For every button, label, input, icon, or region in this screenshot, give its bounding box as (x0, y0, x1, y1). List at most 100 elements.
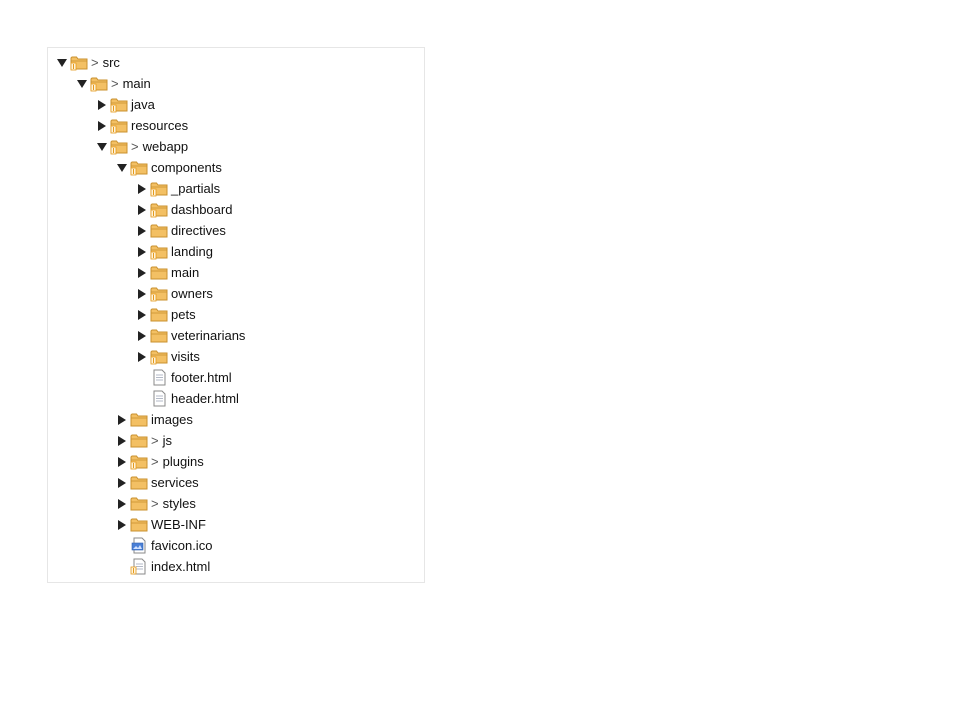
tree-item-folder[interactable]: dashboard (137, 199, 232, 220)
image-file-icon (130, 537, 149, 554)
tree-item-folder[interactable]: components (117, 157, 222, 178)
folder-icon (150, 243, 169, 260)
disclosure-collapsed-icon[interactable] (117, 498, 127, 509)
tree-item-folder[interactable]: visits (137, 346, 200, 367)
folder-icon (150, 348, 169, 365)
tree-item-folder[interactable]: > js (117, 430, 172, 451)
tree-item-label: src (102, 55, 120, 70)
folder-icon (130, 474, 149, 491)
tree-item-label: veterinarians (171, 328, 246, 343)
disclosure-expanded-icon[interactable] (77, 79, 87, 89)
dirty-marker: > (111, 76, 119, 91)
folder-icon (130, 411, 149, 428)
tree-item-label: owners (171, 286, 213, 301)
folder-icon (150, 180, 169, 197)
folder-icon (150, 201, 169, 218)
tree-item-folder[interactable]: java (97, 94, 155, 115)
tree-item-folder[interactable]: _partials (137, 178, 220, 199)
file-icon (150, 390, 169, 407)
tree-item-label: header.html (171, 391, 239, 406)
folder-icon (90, 75, 109, 92)
folder-icon (110, 96, 129, 113)
tree-item-label: main (171, 265, 200, 280)
disclosure-collapsed-icon[interactable] (137, 204, 147, 215)
folder-icon (130, 516, 149, 533)
tree-item-folder[interactable]: pets (137, 304, 196, 325)
tree-item-label: visits (171, 349, 200, 364)
tree-item-label: java (131, 97, 155, 112)
folder-icon (150, 306, 169, 323)
tree-item-label: js (162, 433, 172, 448)
tree-item-label: components (151, 160, 222, 175)
tree-item-label: index.html (151, 559, 211, 574)
project-explorer-tree: > src > main java resources > webapp components _… (47, 47, 425, 583)
folder-icon (110, 117, 129, 134)
tree-item-label: landing (171, 244, 213, 259)
folder-icon (150, 222, 169, 239)
tree-item-folder[interactable]: owners (137, 283, 213, 304)
disclosure-collapsed-icon[interactable] (97, 120, 107, 131)
tree-item-label: directives (171, 223, 226, 238)
folder-icon (130, 432, 149, 449)
disclosure-collapsed-icon[interactable] (117, 519, 127, 530)
disclosure-expanded-icon[interactable] (97, 142, 107, 152)
disclosure-expanded-icon[interactable] (117, 163, 127, 173)
tree-item-folder[interactable]: veterinarians (137, 325, 245, 346)
tree-item-folder[interactable]: WEB-INF (117, 514, 206, 535)
tree-item-folder[interactable]: resources (97, 115, 188, 136)
disclosure-expanded-icon[interactable] (57, 58, 67, 68)
disclosure-collapsed-icon[interactable] (137, 309, 147, 320)
disclosure-collapsed-icon[interactable] (137, 330, 147, 341)
tree-item-folder[interactable]: > plugins (117, 451, 204, 472)
folder-icon (150, 327, 169, 344)
tree-item-folder[interactable]: main (137, 262, 199, 283)
tree-item-label: images (151, 412, 193, 427)
folder-icon (110, 138, 129, 155)
folder-icon (130, 453, 149, 470)
tree-item-file[interactable]: header.html (137, 388, 239, 409)
tree-item-label: services (151, 475, 199, 490)
disclosure-collapsed-icon[interactable] (97, 99, 107, 110)
tree-item-label: WEB-INF (151, 517, 206, 532)
disclosure-collapsed-icon[interactable] (117, 435, 127, 446)
folder-icon (130, 495, 149, 512)
tree-item-file[interactable]: favicon.ico (117, 535, 212, 556)
tree-item-folder[interactable]: images (117, 409, 193, 430)
disclosure-collapsed-icon[interactable] (117, 477, 127, 488)
dirty-marker: > (151, 454, 159, 469)
tree-item-folder[interactable]: services (117, 472, 199, 493)
dirty-marker: > (131, 139, 139, 154)
disclosure-collapsed-icon[interactable] (137, 183, 147, 194)
disclosure-collapsed-icon[interactable] (117, 414, 127, 425)
dirty-marker: > (151, 433, 159, 448)
disclosure-collapsed-icon[interactable] (137, 288, 147, 299)
folder-icon (70, 54, 89, 71)
disclosure-collapsed-icon[interactable] (137, 267, 147, 278)
disclosure-collapsed-icon[interactable] (137, 225, 147, 236)
dirty-marker: > (91, 55, 99, 70)
tree-item-label: footer.html (171, 370, 232, 385)
tree-item-folder[interactable]: > src (57, 52, 120, 73)
file-icon (150, 369, 169, 386)
disclosure-collapsed-icon[interactable] (137, 246, 147, 257)
tree-item-folder[interactable]: directives (137, 220, 226, 241)
tree-item-folder[interactable]: > webapp (97, 136, 188, 157)
tree-item-label: resources (131, 118, 189, 133)
folder-icon (150, 285, 169, 302)
disclosure-collapsed-icon[interactable] (117, 456, 127, 467)
tree-item-file[interactable]: footer.html (137, 367, 232, 388)
tree-item-file[interactable]: index.html (117, 556, 210, 577)
tree-item-folder[interactable]: > styles (117, 493, 196, 514)
folder-icon (130, 159, 149, 176)
tree-item-folder[interactable]: landing (137, 241, 213, 262)
tree-item-label: plugins (162, 454, 204, 469)
tree-item-label: styles (162, 496, 196, 511)
tree-item-folder[interactable]: > main (77, 73, 151, 94)
disclosure-collapsed-icon[interactable] (137, 351, 147, 362)
tree-item-label: _partials (171, 181, 221, 196)
tree-item-label: webapp (142, 139, 189, 154)
tree-item-label: pets (171, 307, 196, 322)
